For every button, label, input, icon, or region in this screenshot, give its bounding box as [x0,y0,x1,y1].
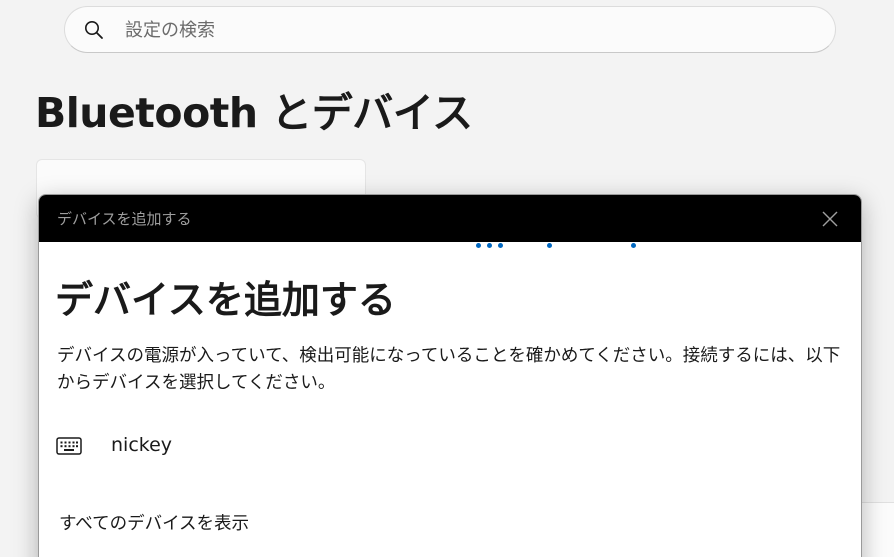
searching-progress-indicator [39,242,861,252]
search-input[interactable] [125,15,815,45]
progress-dot [631,243,636,248]
background-card-edge [862,502,894,557]
add-device-dialog: デバイスを追加する デバイスを追加する デバイスの電源が入っていて、検出可能にな… [38,194,862,557]
dialog-description: デバイスの電源が入っていて、検出可能になっていることを確かめてください。接続する… [57,346,841,393]
show-all-devices-link[interactable]: すべてのデバイスを表示 [59,510,249,535]
page-title: Bluetooth とデバイス [35,89,473,137]
close-icon [822,211,838,227]
progress-dot [498,243,503,248]
device-item-nickey[interactable]: nickey [39,421,861,471]
close-button[interactable] [817,206,843,232]
dialog-heading: デバイスを追加する [55,278,396,322]
device-name: nickey [111,434,173,456]
search-box[interactable] [64,6,836,53]
progress-dot [487,243,492,248]
progress-dot [476,243,481,248]
dialog-window-title: デバイスを追加する [57,210,192,228]
search-icon [85,21,103,39]
settings-page: Bluetooth とデバイス デバイスを追加する デバイスを追加する デバイス… [0,0,894,557]
keyboard-icon [56,437,82,455]
progress-dot [547,243,552,248]
dialog-titlebar[interactable]: デバイスを追加する [39,195,861,242]
